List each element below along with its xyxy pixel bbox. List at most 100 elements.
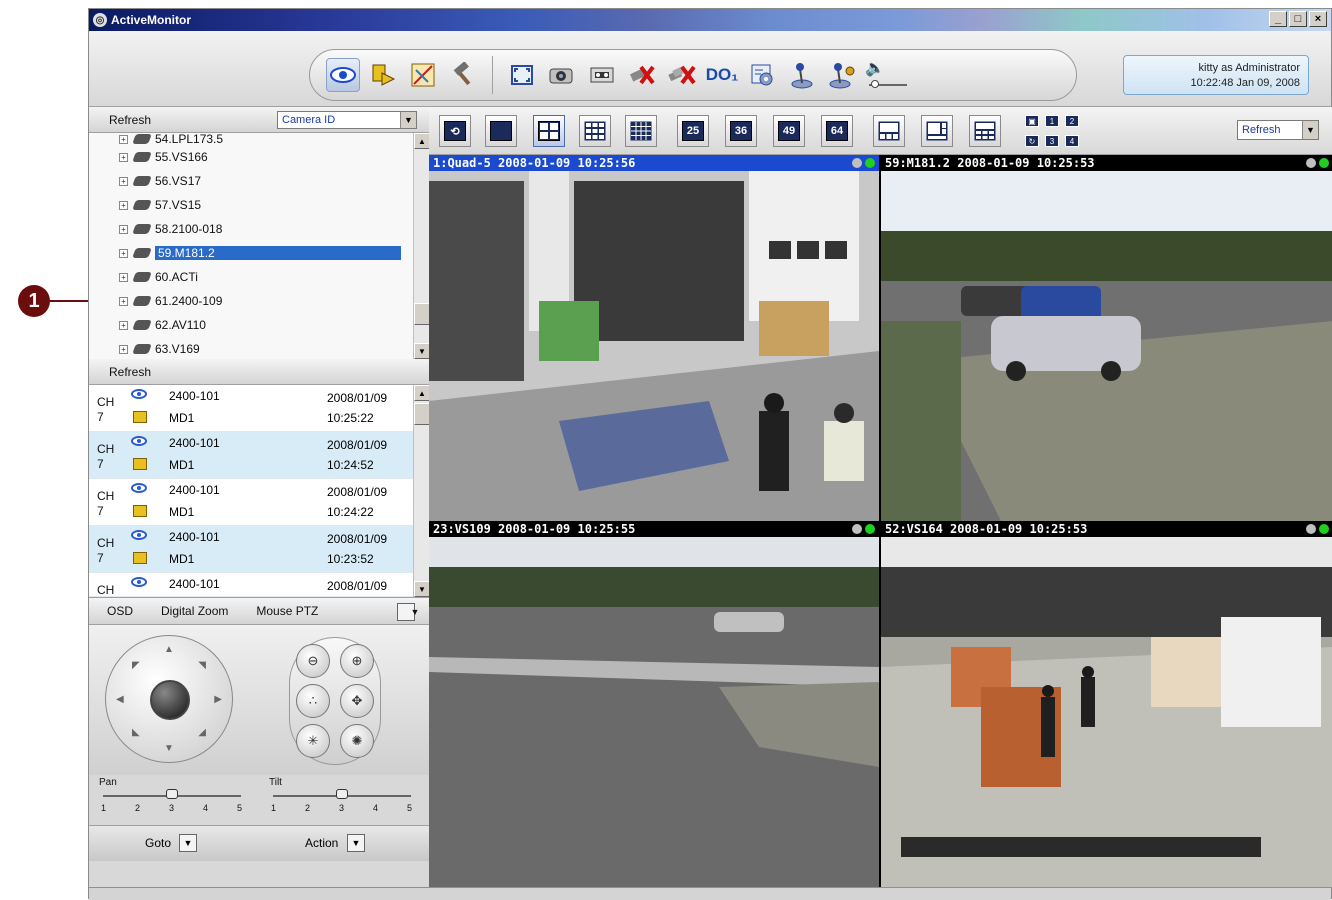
page-all-button[interactable]: ▣: [1025, 115, 1039, 127]
ptz-joystick-ball[interactable]: [150, 680, 190, 720]
ptz-down-left-icon[interactable]: ◣: [132, 727, 140, 738]
tree-item[interactable]: +58.2100-018: [89, 217, 429, 241]
video-tile[interactable]: 23:VS109 2008-01-09 10:25:55: [429, 521, 879, 887]
tree-item[interactable]: +60.ACTi: [89, 265, 429, 289]
record-button[interactable]: [585, 58, 619, 92]
scroll-down-icon[interactable]: ▼: [414, 343, 429, 359]
zoom-out-button[interactable]: ⊖: [296, 644, 330, 678]
event-icon: [133, 552, 147, 564]
camera-sort-select[interactable]: Camera ID ▼: [277, 111, 417, 129]
layout-25-button[interactable]: 25: [677, 115, 709, 147]
layout-1-button[interactable]: [485, 115, 517, 147]
layout-c-button[interactable]: [969, 115, 1001, 147]
video-feed-warehouse-doors: [429, 171, 879, 521]
expand-icon: +: [119, 134, 128, 144]
layout-b-button[interactable]: [921, 115, 953, 147]
goto-dropdown[interactable]: ▼: [179, 834, 197, 852]
video-tile[interactable]: 59:M181.2 2008-01-09 10:25:53: [881, 155, 1332, 521]
ptz-down-right-icon[interactable]: ◢: [198, 727, 206, 738]
digital-output-button[interactable]: DO₁: [705, 58, 739, 92]
volume-control[interactable]: 🔈: [865, 58, 911, 92]
event-row[interactable]: CH 2400-101 2008/01/09: [89, 573, 429, 597]
layout-64-button[interactable]: 64: [821, 115, 853, 147]
ptz-joystick[interactable]: ▲ ▼ ◀ ▶ ◤ ◥ ◣ ◢: [105, 635, 233, 763]
disconnect-all-button[interactable]: [665, 58, 699, 92]
layout-9-button[interactable]: [579, 115, 611, 147]
page-1-button[interactable]: 1: [1045, 115, 1059, 127]
event-list-scrollbar[interactable]: ▲ ▼: [413, 385, 429, 597]
iris-close-button[interactable]: ✳: [296, 724, 330, 758]
focus-far-button[interactable]: ✥: [340, 684, 374, 718]
layout-36-button[interactable]: 36: [725, 115, 757, 147]
live-view-button[interactable]: [326, 58, 360, 92]
action-dropdown[interactable]: ▼: [347, 834, 365, 852]
scroll-thumb[interactable]: [414, 403, 429, 425]
ptz-left-icon[interactable]: ◀: [116, 694, 124, 705]
chevron-down-icon: ▼: [410, 607, 420, 617]
tilt-slider-knob[interactable]: [336, 789, 348, 799]
ptz-right-icon[interactable]: ▶: [214, 694, 222, 705]
event-row[interactable]: CH 7 2400-101 MD1 2008/01/09 10:25:22: [89, 385, 429, 432]
ptz-up-icon[interactable]: ▲: [164, 644, 174, 655]
scroll-thumb[interactable]: [414, 303, 429, 325]
layout-sequence-button[interactable]: ⟲: [439, 115, 471, 147]
event-row[interactable]: CH 7 2400-101 MD1 2008/01/09 10:24:52: [89, 432, 429, 479]
tree-item[interactable]: +62.AV110: [89, 313, 429, 337]
snapshot-button[interactable]: [545, 58, 579, 92]
tree-item[interactable]: +63.V169: [89, 337, 429, 359]
layout-a-button[interactable]: [873, 115, 905, 147]
minimize-button[interactable]: _: [1269, 11, 1287, 27]
scroll-up-icon[interactable]: ▲: [414, 385, 429, 401]
expand-icon: +: [119, 200, 128, 210]
ptz-mode-dropdown[interactable]: ▼: [397, 603, 419, 621]
event-row[interactable]: CH 7 2400-101 MD1 2008/01/09 10:24:22: [89, 479, 429, 526]
tree-item[interactable]: +55.VS166: [89, 145, 429, 169]
pan-slider-knob[interactable]: [166, 789, 178, 799]
scroll-up-icon[interactable]: ▲: [414, 133, 429, 149]
ptz-up-right-icon[interactable]: ◥: [198, 660, 206, 671]
joystick-button[interactable]: [785, 58, 819, 92]
video-refresh-select[interactable]: Refresh ▼: [1237, 120, 1319, 140]
video-tile[interactable]: 1:Quad-5 2008-01-09 10:25:56: [429, 155, 879, 521]
volume-slider-knob[interactable]: [871, 80, 879, 88]
video-tile[interactable]: 52:VS164 2008-01-09 10:25:53: [881, 521, 1332, 887]
page-3-button[interactable]: 3: [1045, 135, 1059, 147]
tab-mouse-ptz[interactable]: Mouse PTZ: [256, 604, 318, 618]
tools-button[interactable]: [446, 58, 480, 92]
settings-button[interactable]: [745, 58, 779, 92]
snapshot-icon: [549, 68, 573, 84]
page-cycle-button[interactable]: ↻: [1025, 135, 1039, 147]
page-4-button[interactable]: 4: [1065, 135, 1079, 147]
tree-item[interactable]: +57.VS15: [89, 193, 429, 217]
camera-tree-refresh[interactable]: Refresh: [109, 113, 151, 127]
layout-49-button[interactable]: 49: [773, 115, 805, 147]
fullscreen-button[interactable]: [505, 58, 539, 92]
ptz-up-left-icon[interactable]: ◤: [132, 660, 140, 671]
event-row[interactable]: CH 7 2400-101 MD1 2008/01/09 10:23:52: [89, 526, 429, 573]
tree-item-selected[interactable]: +59.M181.2: [89, 241, 429, 265]
tab-digital-zoom[interactable]: Digital Zoom: [161, 604, 228, 618]
layout-4-button[interactable]: [533, 115, 565, 147]
event-button[interactable]: [366, 58, 400, 92]
event-channel: CH 7: [97, 442, 115, 471]
scroll-down-icon[interactable]: ▼: [414, 581, 429, 597]
page-2-button[interactable]: 2: [1065, 115, 1079, 127]
tree-item[interactable]: +54.LPL173.5: [89, 133, 429, 145]
joystick-settings-button[interactable]: [825, 58, 859, 92]
tree-item[interactable]: +61.2400-109: [89, 289, 429, 313]
ptz-down-icon[interactable]: ▼: [164, 743, 174, 754]
camera-tree-scrollbar[interactable]: ▲ ▼: [413, 133, 429, 359]
disconnect-button[interactable]: [625, 58, 659, 92]
record-icon: [590, 67, 614, 83]
iris-open-button[interactable]: ✺: [340, 724, 374, 758]
tab-osd[interactable]: OSD: [107, 604, 133, 618]
close-button[interactable]: ×: [1309, 11, 1327, 27]
event-list-refresh[interactable]: Refresh: [109, 365, 151, 379]
map-button[interactable]: [406, 58, 440, 92]
zoom-in-button[interactable]: ⊕: [340, 644, 374, 678]
focus-near-button[interactable]: ∴: [296, 684, 330, 718]
layout-16-button[interactable]: [625, 115, 657, 147]
maximize-button[interactable]: □: [1289, 11, 1307, 27]
tree-item[interactable]: +56.VS17: [89, 169, 429, 193]
tilt-tick: 3: [339, 803, 345, 813]
